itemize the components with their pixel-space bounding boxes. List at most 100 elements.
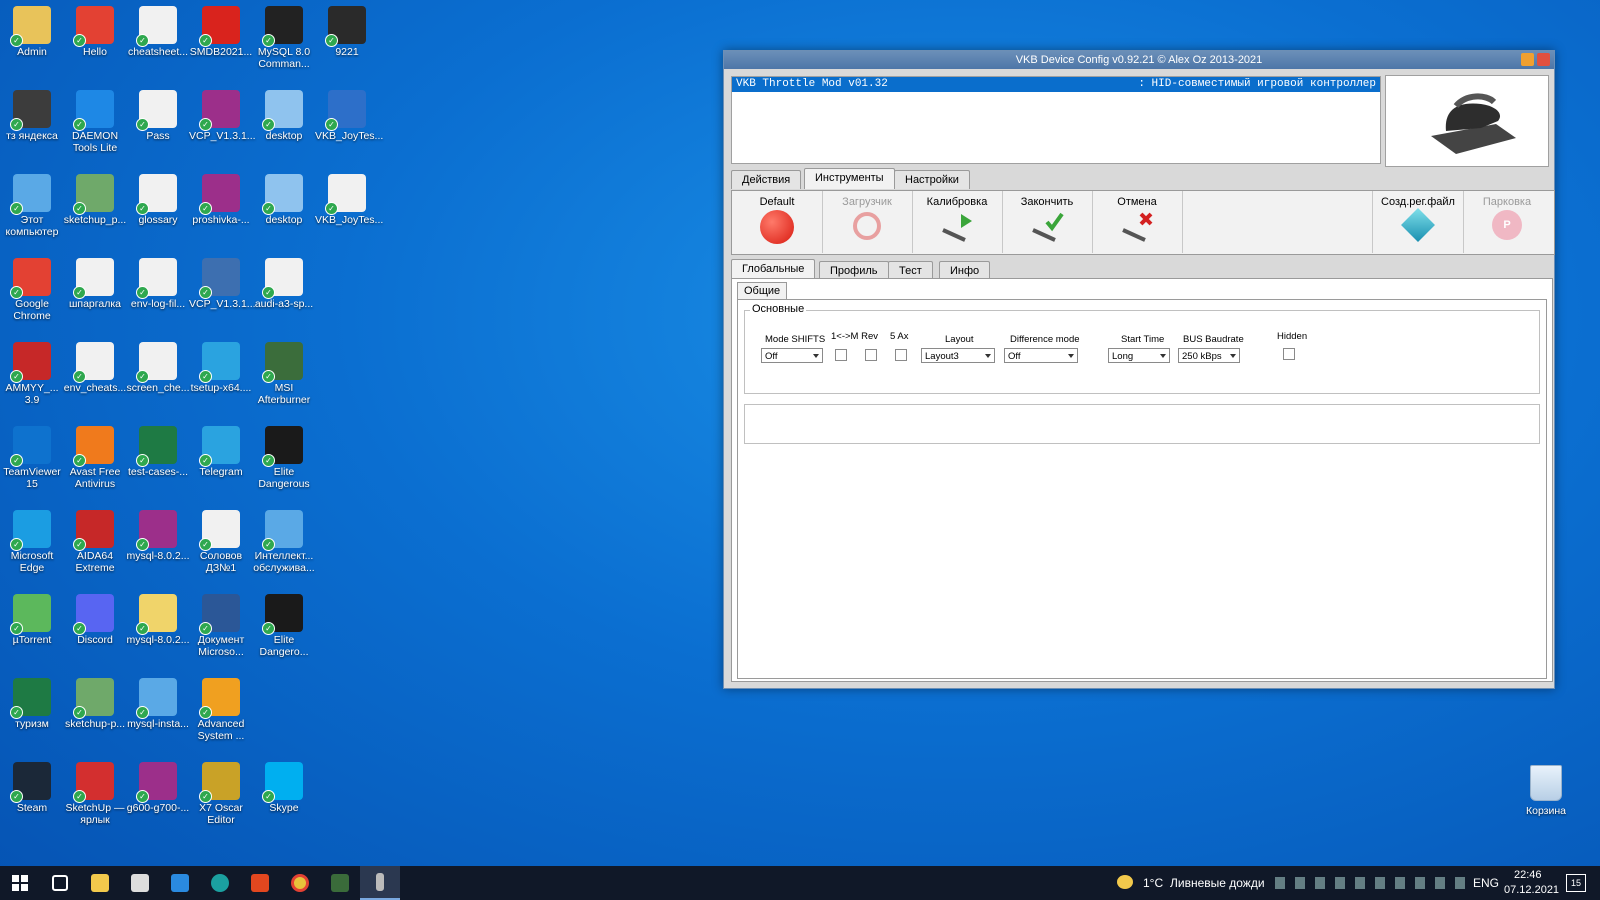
loader-button[interactable]: Загрузчик <box>822 191 913 253</box>
hidden-checkbox[interactable] <box>1283 348 1295 360</box>
taskbar-chrome[interactable] <box>280 866 320 900</box>
tray-icons[interactable] <box>1275 877 1465 889</box>
desktop-icon[interactable]: ✓ audi-a3-sp... <box>252 256 316 310</box>
desktop-icon[interactable]: ✓ sketchup_p... <box>63 172 127 226</box>
desktop-icon[interactable]: ✓ Интеллект... обслужива... <box>252 508 316 574</box>
desktop-icon[interactable]: ✓ Admin <box>0 4 64 58</box>
desktop-icon[interactable]: ✓ mysql-insta... <box>126 676 190 730</box>
layout-select[interactable]: Layout3 <box>921 348 995 363</box>
desktop-icon[interactable]: ✓ AIDA64 Extreme <box>63 508 127 574</box>
desktop-icon[interactable]: ✓ Соловов ДЗ№1 <box>189 508 253 574</box>
desktop-icon[interactable]: ✓ VCP_V1.3.1... <box>189 256 256 310</box>
start-button[interactable] <box>0 866 40 900</box>
desktop-icon[interactable]: ✓ g600-g700-... <box>126 760 190 814</box>
desktop-icon[interactable]: ✓ Документ Microso... <box>189 592 253 658</box>
desktop-icon[interactable]: ✓ test-cases-... <box>126 424 190 478</box>
tab-general[interactable]: Общие <box>737 282 788 299</box>
desktop-icon[interactable]: ✓ X7 Oscar Editor <box>189 760 253 826</box>
desktop-icon[interactable]: ✓ proshivka-... <box>189 172 253 226</box>
task-view-button[interactable] <box>40 866 80 900</box>
taskbar-edge[interactable] <box>200 866 240 900</box>
desktop-icon[interactable]: ✓ 9221 <box>315 4 379 58</box>
desktop-icon[interactable]: ✓ cheatsheet... <box>126 4 190 58</box>
desktop-icon-label: Elite Dangero... <box>259 634 309 658</box>
desktop-icon[interactable]: ✓ VKB_JoyTes... <box>315 88 383 142</box>
desktop-icon[interactable]: ✓ SketchUp — ярлык <box>63 760 127 826</box>
tab-global[interactable]: Глобальные <box>731 259 816 280</box>
desktop-icon[interactable]: ✓ mysql-8.0.2... <box>126 592 190 646</box>
taskbar-app[interactable] <box>320 866 360 900</box>
desktop-icon[interactable]: ✓ glossary <box>126 172 190 226</box>
bus-baudrate-select[interactable]: 250 kBps <box>1178 348 1240 363</box>
desktop-icon[interactable]: ✓ TeamViewer 15 <box>0 424 64 490</box>
desktop-icon[interactable]: ✓ MySQL 8.0 Comman... <box>252 4 316 70</box>
clock-time[interactable]: 22:46 <box>1514 869 1542 881</box>
window-titlebar[interactable]: VKB Device Config v0.92.21 © Alex Oz 201… <box>724 51 1554 69</box>
desktop-icon[interactable]: ✓ Pass <box>126 88 190 142</box>
desktop-icon[interactable]: ✓ Telegram <box>189 424 253 478</box>
chevron-down-icon <box>985 354 991 358</box>
desktop-icon[interactable]: ✓ µTorrent <box>0 592 64 646</box>
desktop-icon[interactable]: ✓ tsetup-x64.... <box>189 340 253 394</box>
five-ax-checkbox[interactable] <box>895 349 907 361</box>
desktop-icon[interactable]: ✓ тз яндекса <box>0 88 64 142</box>
desktop-icon[interactable]: ✓ desktop <box>252 88 316 142</box>
create-reg-file-button[interactable]: Созд.рег.файл <box>1372 191 1464 253</box>
notification-button[interactable]: 15 <box>1566 874 1586 892</box>
desktop-icon[interactable]: ✓ Microsoft Edge <box>0 508 64 574</box>
desktop-icon[interactable]: ✓ Google Chrome <box>0 256 64 322</box>
tab-settings[interactable]: Настройки <box>894 170 970 189</box>
taskbar-office[interactable] <box>240 866 280 900</box>
difference-mode-select[interactable]: Off <box>1004 348 1078 363</box>
language-indicator[interactable]: ENG <box>1473 876 1499 890</box>
m-rev-checkbox[interactable] <box>835 349 847 361</box>
desktop-icon[interactable]: ✓ MSI Afterburner <box>252 340 316 406</box>
taskbar-explorer[interactable] <box>80 866 120 900</box>
desktop-icon[interactable]: ✓ Steam <box>0 760 64 814</box>
desktop-icon[interactable]: ✓ Discord <box>63 592 127 646</box>
clock-date[interactable]: 07.12.2021 <box>1504 884 1559 896</box>
taskbar-mail[interactable] <box>160 866 200 900</box>
weather-icon[interactable] <box>1117 875 1133 889</box>
desktop-icon[interactable]: ✓ SMDB2021... <box>189 4 253 58</box>
desktop-icon[interactable]: ✓ VCP_V1.3.1... <box>189 88 256 142</box>
calibrate-button[interactable]: Калибровка <box>912 191 1003 253</box>
close-button[interactable] <box>1537 53 1550 66</box>
desktop-icon[interactable]: ✓ Elite Dangero... <box>252 592 316 658</box>
desktop-icon[interactable]: ✓ mysql-8.0.2... <box>126 508 190 562</box>
taskbar-vkb[interactable] <box>360 866 400 900</box>
desktop-icon[interactable]: ✓ screen_che... <box>126 340 190 394</box>
desktop-icon[interactable]: ✓ Hello <box>63 4 127 58</box>
desktop-icon[interactable]: ✓ Advanced System ... <box>189 676 253 742</box>
taskbar-store[interactable] <box>120 866 160 900</box>
desktop-icon[interactable]: ✓ env-log-fil... <box>126 256 190 310</box>
desktop-icon[interactable]: ✓ env_cheats... <box>63 340 127 394</box>
start-time-select[interactable]: Long <box>1108 348 1170 363</box>
desktop-icon[interactable]: ✓ desktop <box>252 172 316 226</box>
desktop-icon[interactable]: ✓ Avast Free Antivirus <box>63 424 127 490</box>
tab-actions[interactable]: Действия <box>731 170 802 189</box>
minimize-button[interactable] <box>1521 53 1534 66</box>
m-rev-checkbox-2[interactable] <box>865 349 877 361</box>
device-row[interactable]: VKB Throttle Mod v01.32 : HID-совместимы… <box>732 77 1380 92</box>
device-list[interactable]: VKB Throttle Mod v01.32 : HID-совместимы… <box>731 76 1381 164</box>
desktop-icon[interactable]: ✓ Этот компьютер <box>0 172 64 238</box>
desktop-icon[interactable]: ✓ Skype <box>252 760 316 814</box>
desktop-icon[interactable]: ✓ туризм <box>0 676 64 730</box>
desktop-icon[interactable]: ✓ AMMYY_... 3.9 <box>0 340 64 406</box>
desktop-icon[interactable]: ✓ VKB_JoyTes... <box>315 172 383 226</box>
desktop-icon[interactable]: ✓ Elite Dangerous <box>252 424 316 490</box>
desktop-icon[interactable]: ✓ sketchup-p... <box>63 676 127 730</box>
app-icon: ✓ <box>73 678 114 719</box>
parking-button[interactable]: Парковка P <box>1462 191 1552 253</box>
cancel-button[interactable]: Отмена <box>1092 191 1183 253</box>
finish-button[interactable]: Закончить <box>1002 191 1093 253</box>
desktop-icon[interactable]: ✓ DAEMON Tools Lite <box>63 88 127 154</box>
layout-label: Layout <box>945 334 974 345</box>
mode-shifts-select[interactable]: Off <box>761 348 823 363</box>
store-icon <box>131 874 149 892</box>
desktop-icon[interactable]: ✓ шпаргалка <box>63 256 127 310</box>
tab-tools[interactable]: Инструменты <box>804 168 895 189</box>
default-button[interactable]: Default <box>732 191 823 253</box>
recycle-bin-icon[interactable]: Корзина <box>1514 765 1578 817</box>
